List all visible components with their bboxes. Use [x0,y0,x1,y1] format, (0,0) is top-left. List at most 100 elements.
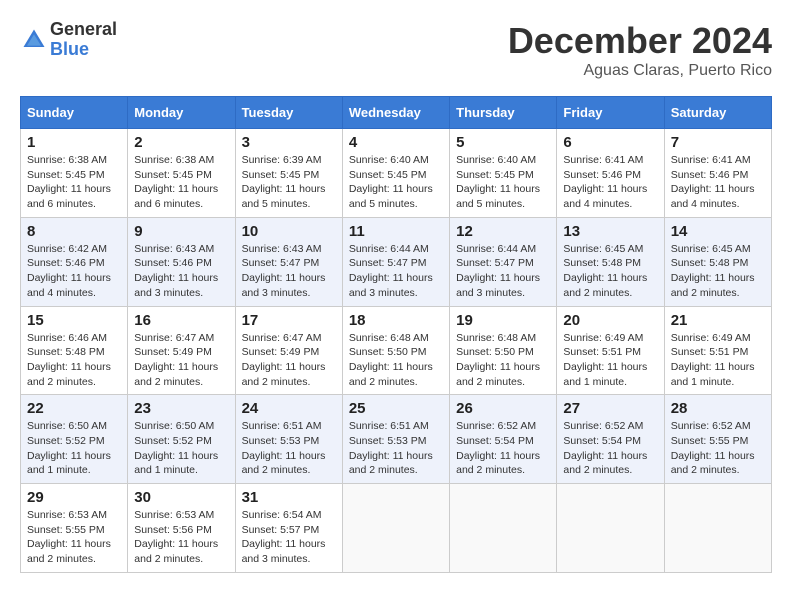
daylight-text: Daylight: 11 hours [134,450,218,462]
daylight-text: Daylight: 11 hours [242,450,326,462]
daylight-text: Daylight: 11 hours [671,361,755,373]
day-info: Sunrise: 6:47 AMSunset: 5:49 PMDaylight:… [134,331,228,390]
daylight-detail: and 2 minutes. [27,376,96,388]
sunrise-text: Sunrise: 6:45 AM [563,243,643,255]
day-info: Sunrise: 6:45 AM Sunset: 5:48 PM Daylight:… [563,242,657,301]
day-info: Sunrise: 6:40 AMSunset: 5:45 PMDaylight:… [456,153,550,212]
day-info: Sunrise: 6:47 AMSunset: 5:49 PMDaylight:… [242,331,336,390]
daylight-detail: and 3 minutes. [242,553,311,565]
header-monday: Monday [128,97,235,129]
day-number: 29 [27,489,121,506]
calendar-row-3: 15Sunrise: 6:46 AMSunset: 5:48 PMDayligh… [21,306,772,395]
calendar-cell: 19Sunrise: 6:48 AMSunset: 5:50 PMDayligh… [450,306,557,395]
calendar-cell: 26Sunrise: 6:52 AMSunset: 5:54 PMDayligh… [450,395,557,484]
calendar-cell: 24Sunrise: 6:51 AMSunset: 5:53 PMDayligh… [235,395,342,484]
daylight-detail: and 2 minutes. [349,464,418,476]
calendar-row-5: 29 Sunrise: 6:53 AMSunset: 5:55 PMDayligh… [21,484,772,573]
day-number: 18 [349,312,443,329]
sunset-text: Sunset: 5:55 PM [671,435,749,447]
sunset-text: Sunset: 5:54 PM [563,435,641,447]
calendar-cell: 2Sunrise: 6:38 AMSunset: 5:45 PMDaylight… [128,129,235,218]
daylight-detail: and 2 minutes. [456,376,525,388]
daylight-detail: and 5 minutes. [456,198,525,210]
sunset-text: Sunset: 5:49 PM [134,346,212,358]
daylight-text: Daylight: 11 hours [349,450,433,462]
location-title: Aguas Claras, Puerto Rico [508,62,772,80]
sunrise-text: Sunrise: 6:52 AM [456,420,536,432]
day-number: 27 [563,400,657,417]
sunrise-text: Sunrise: 6:48 AM [456,332,536,344]
daylight-detail: and 2 minutes. [242,376,311,388]
daylight-detail: and 1 minute. [563,376,627,388]
day-info: Sunrise: 6:52 AMSunset: 5:54 PMDaylight:… [563,419,657,478]
daylight-text: Daylight: 11 hours [671,183,755,195]
logo-general-text: General [50,20,117,40]
sunrise-text: Sunrise: 6:49 AM [671,332,751,344]
day-number: 4 [349,134,443,151]
day-info: Sunrise: 6:51 AMSunset: 5:53 PMDaylight:… [242,419,336,478]
sunset-text: Sunset: 5:48 PM [563,257,641,269]
day-info: Sunrise: 6:41 AMSunset: 5:46 PMDaylight:… [671,153,765,212]
sunrise-text: Sunrise: 6:44 AM [456,243,536,255]
daylight-detail: and 2 minutes. [456,464,525,476]
calendar-table: SundayMondayTuesdayWednesdayThursdayFrid… [20,96,772,573]
daylight-text: Daylight: 11 hours [456,361,540,373]
calendar-cell: 25Sunrise: 6:51 AMSunset: 5:53 PMDayligh… [342,395,449,484]
calendar-cell [342,484,449,573]
day-info: Sunrise: 6:42 AMSunset: 5:46 PMDaylight:… [27,242,121,301]
daylight-detail: and 1 minute. [671,376,735,388]
sunset-text: Sunset: 5:45 PM [349,169,427,181]
day-info: Sunrise: 6:48 AMSunset: 5:50 PMDaylight:… [349,331,443,390]
day-info: Sunrise: 6:44 AMSunset: 5:47 PMDaylight:… [349,242,443,301]
sunrise-text: Sunrise: 6:53 AM [27,509,107,521]
daylight-text: Daylight: 11 hours [349,183,433,195]
day-number: 13 [563,223,657,240]
sunrise-text: Sunrise: 6:48 AM [349,332,429,344]
daylight-text: Daylight: 11 hours [242,272,326,284]
daylight-text: Daylight: 11 hours [456,450,540,462]
header-saturday: Saturday [664,97,771,129]
calendar-cell: 11Sunrise: 6:44 AMSunset: 5:47 PMDayligh… [342,217,449,306]
daylight-text: Daylight: 11 hours [456,272,540,284]
sunset-text: Sunset: 5:51 PM [671,346,749,358]
day-info: Sunrise: 6:39 AMSunset: 5:45 PMDaylight:… [242,153,336,212]
daylight-detail: and 5 minutes. [349,198,418,210]
day-number: 7 [671,134,765,151]
daylight-detail: and 5 minutes. [242,198,311,210]
day-number: 23 [134,400,228,417]
sunset-text: Sunset: 5:48 PM [27,346,105,358]
daylight-text: Daylight: 11 hours [563,272,647,284]
sunset-text: Sunset: 5:46 PM [27,257,105,269]
day-info: Sunrise: 6:54 AMSunset: 5:57 PMDaylight:… [242,508,336,567]
sunset-text: Sunset: 5:49 PM [242,346,320,358]
calendar-cell: 30Sunrise: 6:53 AMSunset: 5:56 PMDayligh… [128,484,235,573]
logo-icon [20,26,48,54]
sunrise-text: Sunrise: 6:44 AM [349,243,429,255]
daylight-detail: and 3 minutes. [456,287,525,299]
day-number: 15 [27,312,121,329]
day-info: Sunrise: 6:53 AMSunset: 5:55 PMDaylight:… [27,508,121,567]
daylight-text: Daylight: 11 hours [563,450,647,462]
day-number: 26 [456,400,550,417]
header-tuesday: Tuesday [235,97,342,129]
calendar-cell: 15Sunrise: 6:46 AMSunset: 5:48 PMDayligh… [21,306,128,395]
sunrise-text: Sunrise: 6:40 AM [456,154,536,166]
daylight-text: Daylight: 11 hours [349,272,433,284]
logo: General Blue [20,20,117,60]
daylight-detail: and 2 minutes. [349,376,418,388]
daylight-detail: and 2 minutes. [563,464,632,476]
calendar-cell: 6Sunrise: 6:41 AMSunset: 5:46 PMDaylight… [557,129,664,218]
day-info: Sunrise: 6:52 AMSunset: 5:55 PMDaylight:… [671,419,765,478]
sunset-text: Sunset: 5:45 PM [134,169,212,181]
day-number: 22 [27,400,121,417]
day-number: 25 [349,400,443,417]
sunrise-text: Sunrise: 6:38 AM [134,154,214,166]
calendar-cell: 16Sunrise: 6:47 AMSunset: 5:49 PMDayligh… [128,306,235,395]
sunset-text: Sunset: 5:45 PM [27,169,105,181]
day-info: Sunrise: 6:41 AMSunset: 5:46 PMDaylight:… [563,153,657,212]
header-thursday: Thursday [450,97,557,129]
daylight-detail: and 4 minutes. [563,198,632,210]
daylight-text: Daylight: 11 hours [242,361,326,373]
calendar-cell: 17Sunrise: 6:47 AMSunset: 5:49 PMDayligh… [235,306,342,395]
sunset-text: Sunset: 5:50 PM [456,346,534,358]
